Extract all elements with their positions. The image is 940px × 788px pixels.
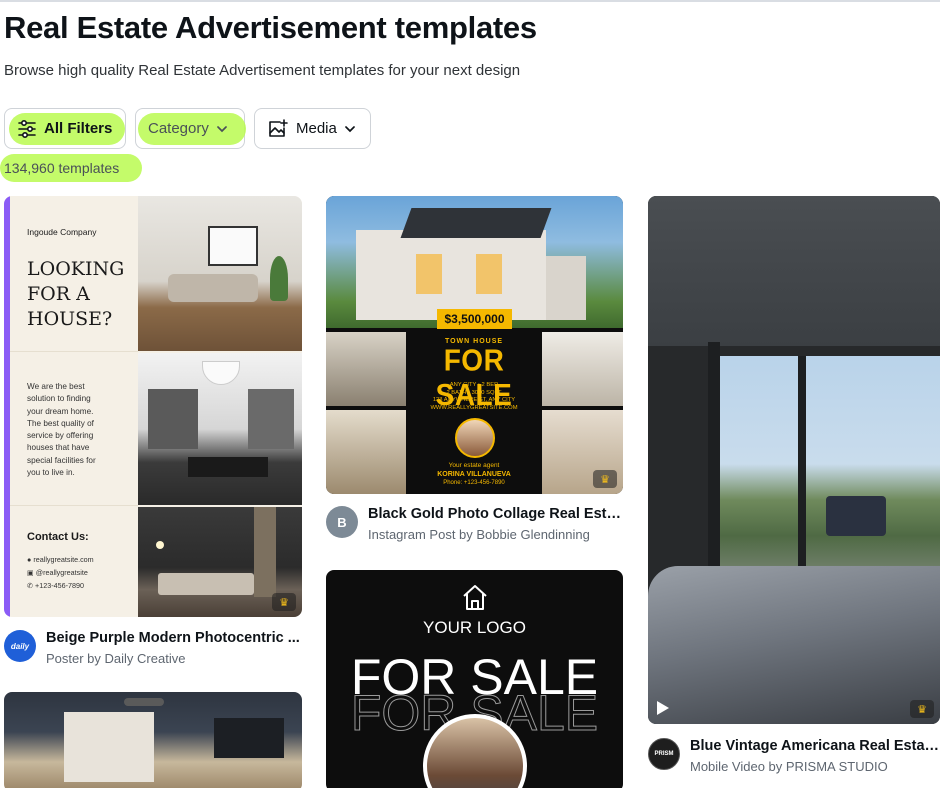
poster-body: We are the best solution to finding your… <box>27 382 96 478</box>
interior-photo <box>138 353 302 505</box>
crown-icon: ♛ <box>593 470 617 488</box>
outdoor-chair <box>826 496 886 536</box>
template-meta-beige-purple: daily Beige Purple Modern Photocentric .… <box>4 630 304 666</box>
avatar[interactable]: B <box>326 506 358 538</box>
bathroom-photo <box>542 332 623 406</box>
template-title[interactable]: Black Gold Photo Collage Real Esta... <box>368 506 626 522</box>
bed <box>648 566 940 724</box>
template-subtitle[interactable]: Mobile Video by PRISMA STUDIO <box>690 759 940 774</box>
result-count: 134,960 templates <box>0 153 142 183</box>
template-meta-black-gold: B Black Gold Photo Collage Real Esta... … <box>326 506 626 542</box>
price-tag: $3,500,000 <box>437 309 512 329</box>
template-card-beige-purple[interactable]: Ingoude Company LOOKING FOR A HOUSE? We … <box>4 196 302 617</box>
sliders-icon <box>17 119 37 138</box>
accent-stripe <box>4 196 10 617</box>
all-filters-button[interactable]: All Filters <box>4 108 126 149</box>
details: ANY CITY • 2 BED 2 BATH • 3060 SQFT 123 … <box>430 382 518 411</box>
template-title[interactable]: Beige Purple Modern Photocentric ... <box>46 630 304 646</box>
avatar[interactable]: PRISM <box>648 738 680 770</box>
template-card-kitchen[interactable] <box>4 692 302 788</box>
contact-list: ● reallygreatsite.com ▣ @reallygreatsite… <box>27 555 94 590</box>
media-dropdown[interactable]: Media <box>254 108 371 149</box>
kitchen-photo <box>326 332 406 406</box>
template-subtitle[interactable]: Poster by Daily Creative <box>46 651 304 666</box>
top-divider <box>0 0 940 2</box>
window-view <box>720 356 940 596</box>
chevron-down-icon <box>344 125 356 133</box>
media-label: Media <box>296 120 337 137</box>
living-room-photo <box>138 196 302 351</box>
template-title[interactable]: Blue Vintage Americana Real Estat... <box>690 738 940 754</box>
poster-headline: LOOKING FOR A HOUSE? <box>27 258 125 330</box>
logo-text: YOUR LOGO <box>423 618 526 637</box>
living-photo <box>326 410 406 494</box>
category-dropdown[interactable]: Category <box>135 108 246 149</box>
template-card-black-gold[interactable]: $3,500,000 TOWN HOUSE FOR SALE ANY CITY … <box>326 196 623 494</box>
template-card-blue-vintage[interactable]: ♛ <box>648 196 940 724</box>
agent-label: Your estate agent <box>448 462 500 469</box>
page-title: Real Estate Advertisement templates <box>4 10 537 45</box>
template-card-your-logo[interactable]: YOUR LOGO FOR SALE FOR SALE <box>326 570 623 788</box>
crown-icon: ♛ <box>272 593 296 611</box>
avatar[interactable]: daily <box>4 630 36 662</box>
crown-icon: ♛ <box>910 700 934 718</box>
agent-photo <box>455 418 495 458</box>
chevron-down-icon <box>216 125 228 133</box>
house-icon <box>460 582 490 617</box>
agent-name: KORINA VILLANUEVA <box>437 471 511 478</box>
all-filters-label: All Filters <box>44 120 113 137</box>
contact-title: Contact Us: <box>27 531 89 543</box>
page-subtitle: Browse high quality Real Estate Advertis… <box>4 62 521 79</box>
play-icon <box>656 700 670 721</box>
company-name: Ingoude Company <box>27 227 97 237</box>
agent-phone: Phone: +123-456-7890 <box>443 480 505 486</box>
image-add-icon <box>267 118 289 139</box>
category-label: Category <box>148 120 209 137</box>
template-subtitle[interactable]: Instagram Post by Bobbie Glendinning <box>368 527 626 542</box>
template-meta-blue-vintage: PRISM Blue Vintage Americana Real Estat.… <box>648 738 940 774</box>
